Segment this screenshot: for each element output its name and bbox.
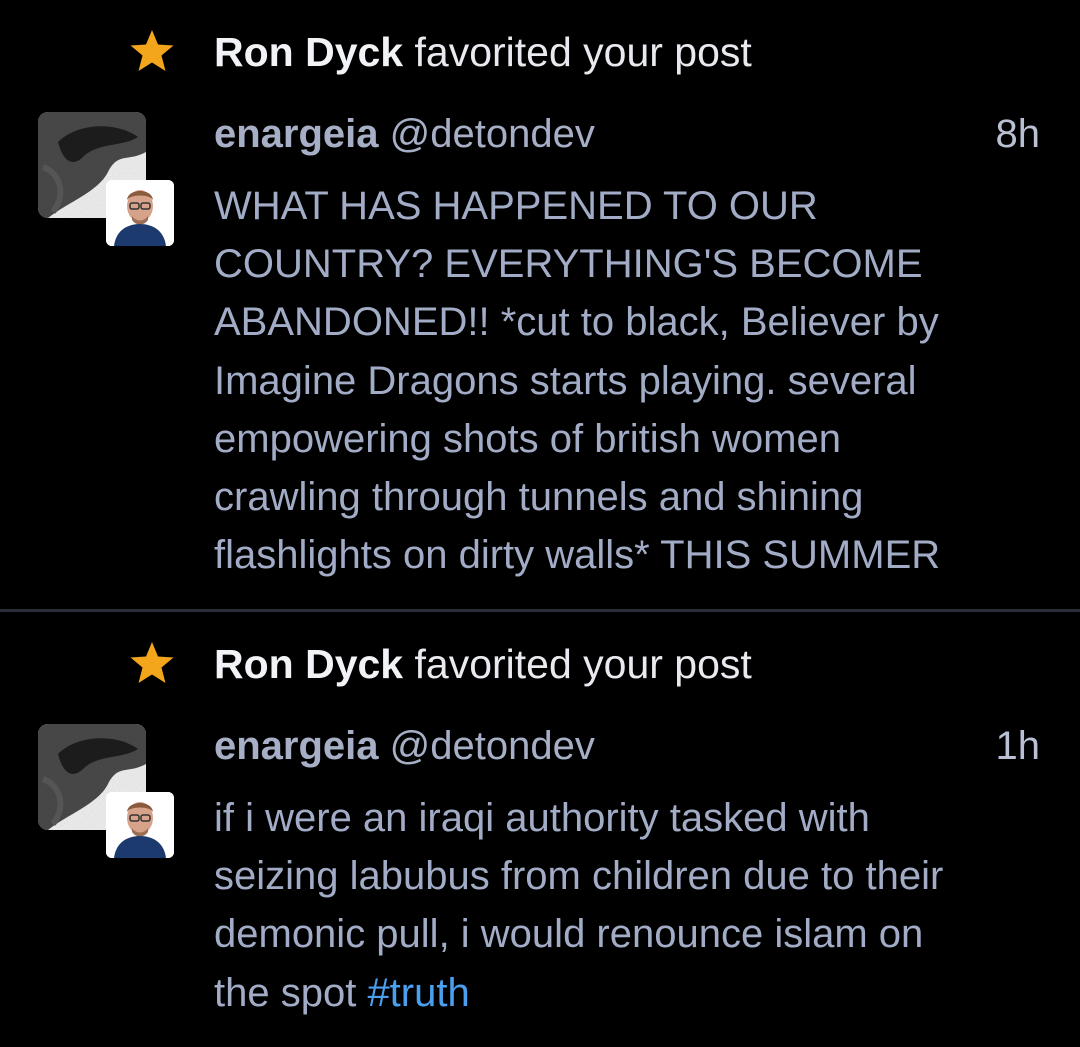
author-display-name[interactable]: enargeia bbox=[214, 724, 379, 768]
post-body[interactable]: if i were an iraqi authority tasked with… bbox=[214, 789, 1044, 1022]
actor-name[interactable]: Ron Dyck bbox=[214, 29, 403, 75]
post-timestamp: 1h bbox=[995, 724, 1041, 768]
hashtag-link[interactable]: #truth bbox=[367, 971, 469, 1015]
action-text: favorited your post bbox=[403, 29, 752, 75]
author-handle[interactable]: @detondev bbox=[379, 724, 595, 768]
author-handle[interactable]: @detondev bbox=[379, 112, 595, 156]
notification-action: Ron Dyck favorited your post bbox=[214, 636, 752, 692]
author-display-name[interactable]: enargeia bbox=[214, 112, 379, 156]
post-author[interactable]: enargeia @detondev bbox=[214, 719, 595, 773]
favoriter-avatar[interactable] bbox=[106, 180, 174, 246]
actor-name[interactable]: Ron Dyck bbox=[214, 641, 403, 687]
post-timestamp: 8h bbox=[995, 112, 1041, 156]
notification-item[interactable]: Ron Dyck favorited your post enargeia @d… bbox=[0, 612, 1080, 1047]
post-body[interactable]: WHAT HAS HAPPENED TO OUR COUNTRY? EVERYT… bbox=[214, 177, 1044, 584]
post-author[interactable]: enargeia @detondev bbox=[214, 107, 595, 161]
notification-action: Ron Dyck favorited your post bbox=[214, 24, 752, 80]
favoriter-avatar[interactable] bbox=[106, 792, 174, 858]
action-text: favorited your post bbox=[403, 641, 752, 687]
star-icon bbox=[130, 642, 174, 683]
notification-item[interactable]: Ron Dyck favorited your post enargeia @d… bbox=[0, 0, 1080, 610]
post-text: if i were an iraqi authority tasked with… bbox=[214, 796, 944, 1015]
star-icon bbox=[130, 30, 174, 71]
